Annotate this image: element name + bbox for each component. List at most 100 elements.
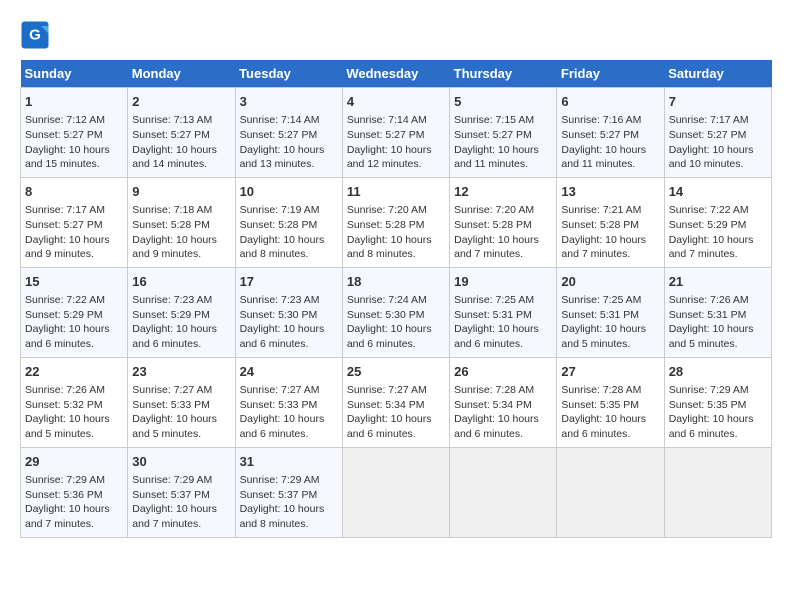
day-number: 1 <box>25 93 123 111</box>
header-cell-tuesday: Tuesday <box>235 60 342 88</box>
day-number: 30 <box>132 453 230 471</box>
day-number: 25 <box>347 363 445 381</box>
sunrise-text: Sunrise: 7:29 AM <box>132 473 230 488</box>
calendar-cell: 4Sunrise: 7:14 AMSunset: 5:27 PMDaylight… <box>342 88 449 178</box>
day-number: 28 <box>669 363 767 381</box>
sunset-text: Sunset: 5:27 PM <box>25 218 123 233</box>
sunrise-text: Sunrise: 7:25 AM <box>561 293 659 308</box>
calendar-cell: 15Sunrise: 7:22 AMSunset: 5:29 PMDayligh… <box>21 267 128 357</box>
sunrise-text: Sunrise: 7:25 AM <box>454 293 552 308</box>
sunset-text: Sunset: 5:27 PM <box>132 128 230 143</box>
sunrise-text: Sunrise: 7:21 AM <box>561 203 659 218</box>
sunset-text: Sunset: 5:28 PM <box>561 218 659 233</box>
sunset-text: Sunset: 5:27 PM <box>240 128 338 143</box>
sunrise-text: Sunrise: 7:29 AM <box>669 383 767 398</box>
calendar-cell: 9Sunrise: 7:18 AMSunset: 5:28 PMDaylight… <box>128 177 235 267</box>
day-number: 3 <box>240 93 338 111</box>
calendar-cell <box>342 447 449 537</box>
daylight-text: Daylight: 10 hours and 5 minutes. <box>25 412 123 441</box>
calendar-cell: 26Sunrise: 7:28 AMSunset: 5:34 PMDayligh… <box>450 357 557 447</box>
sunset-text: Sunset: 5:28 PM <box>240 218 338 233</box>
header-cell-wednesday: Wednesday <box>342 60 449 88</box>
sunset-text: Sunset: 5:37 PM <box>240 488 338 503</box>
daylight-text: Daylight: 10 hours and 8 minutes. <box>240 502 338 531</box>
calendar-cell: 7Sunrise: 7:17 AMSunset: 5:27 PMDaylight… <box>664 88 771 178</box>
logo: G <box>20 20 54 50</box>
calendar-cell: 30 Sunrise: 7:29 AMSunset: 5:37 PMDayligh… <box>128 447 235 537</box>
day-number: 29 <box>25 453 123 471</box>
calendar-cell: 24Sunrise: 7:27 AMSunset: 5:33 PMDayligh… <box>235 357 342 447</box>
calendar-cell: 6Sunrise: 7:16 AMSunset: 5:27 PMDaylight… <box>557 88 664 178</box>
sunset-text: Sunset: 5:32 PM <box>25 398 123 413</box>
sunset-text: Sunset: 5:27 PM <box>561 128 659 143</box>
daylight-text: Daylight: 10 hours and 7 minutes. <box>561 233 659 262</box>
calendar-cell: 11Sunrise: 7:20 AMSunset: 5:28 PMDayligh… <box>342 177 449 267</box>
sunrise-text: Sunrise: 7:23 AM <box>240 293 338 308</box>
daylight-text: Daylight: 10 hours and 9 minutes. <box>132 233 230 262</box>
sunrise-text: Sunrise: 7:24 AM <box>347 293 445 308</box>
sunrise-text: Sunrise: 7:27 AM <box>347 383 445 398</box>
daylight-text: Daylight: 10 hours and 5 minutes. <box>132 412 230 441</box>
daylight-text: Daylight: 10 hours and 8 minutes. <box>347 233 445 262</box>
daylight-text: Daylight: 10 hours and 6 minutes. <box>25 322 123 351</box>
sunrise-text: Sunrise: 7:26 AM <box>669 293 767 308</box>
sunrise-text: Sunrise: 7:28 AM <box>454 383 552 398</box>
day-number: 7 <box>669 93 767 111</box>
day-number: 22 <box>25 363 123 381</box>
calendar-cell: 31Sunrise: 7:29 AMSunset: 5:37 PMDayligh… <box>235 447 342 537</box>
sunset-text: Sunset: 5:37 PM <box>132 488 230 503</box>
day-number: 20 <box>561 273 659 291</box>
sunset-text: Sunset: 5:27 PM <box>25 128 123 143</box>
sunrise-text: Sunrise: 7:13 AM <box>132 113 230 128</box>
week-row-4: 22Sunrise: 7:26 AMSunset: 5:32 PMDayligh… <box>21 357 772 447</box>
daylight-text: Daylight: 10 hours and 11 minutes. <box>561 143 659 172</box>
day-number: 4 <box>347 93 445 111</box>
sunset-text: Sunset: 5:33 PM <box>240 398 338 413</box>
calendar-cell: 18Sunrise: 7:24 AMSunset: 5:30 PMDayligh… <box>342 267 449 357</box>
sunrise-text: Sunrise: 7:17 AM <box>25 203 123 218</box>
daylight-text: Daylight: 10 hours and 7 minutes. <box>132 502 230 531</box>
header-cell-thursday: Thursday <box>450 60 557 88</box>
day-number: 19 <box>454 273 552 291</box>
daylight-text: Daylight: 10 hours and 6 minutes. <box>347 322 445 351</box>
day-number: 14 <box>669 183 767 201</box>
daylight-text: Daylight: 10 hours and 6 minutes. <box>669 412 767 441</box>
calendar-cell: 1 Sunrise: 7:12 AMSunset: 5:27 PMDaylight… <box>21 88 128 178</box>
sunset-text: Sunset: 5:31 PM <box>669 308 767 323</box>
svg-text:G: G <box>29 27 41 44</box>
day-number: 21 <box>669 273 767 291</box>
sunset-text: Sunset: 5:27 PM <box>347 128 445 143</box>
header-cell-sunday: Sunday <box>21 60 128 88</box>
sunrise-text: Sunrise: 7:20 AM <box>347 203 445 218</box>
week-row-1: 1Sunrise: 7:12 AMSunset: 5:27 PMDaylight… <box>21 88 772 178</box>
sunset-text: Sunset: 5:33 PM <box>132 398 230 413</box>
sunrise-text: Sunrise: 7:12 AM <box>25 113 123 128</box>
sunset-text: Sunset: 5:28 PM <box>347 218 445 233</box>
sunrise-text: Sunrise: 7:14 AM <box>240 113 338 128</box>
day-number: 5 <box>454 93 552 111</box>
sunrise-text: Sunrise: 7:19 AM <box>240 203 338 218</box>
daylight-text: Daylight: 10 hours and 9 minutes. <box>25 233 123 262</box>
calendar-cell: 10Sunrise: 7:19 AMSunset: 5:28 PMDayligh… <box>235 177 342 267</box>
daylight-text: Daylight: 10 hours and 15 minutes. <box>25 143 123 172</box>
calendar-cell: 28Sunrise: 7:29 AMSunset: 5:35 PMDayligh… <box>664 357 771 447</box>
sunset-text: Sunset: 5:34 PM <box>347 398 445 413</box>
day-number: 24 <box>240 363 338 381</box>
calendar-cell: 16Sunrise: 7:23 AMSunset: 5:29 PMDayligh… <box>128 267 235 357</box>
day-number: 2 <box>132 93 230 111</box>
calendar-header: SundayMondayTuesdayWednesdayThursdayFrid… <box>21 60 772 88</box>
sunset-text: Sunset: 5:30 PM <box>240 308 338 323</box>
calendar-body: 1Sunrise: 7:12 AMSunset: 5:27 PMDaylight… <box>21 88 772 538</box>
calendar-cell: 21Sunrise: 7:26 AMSunset: 5:31 PMDayligh… <box>664 267 771 357</box>
sunset-text: Sunset: 5:30 PM <box>347 308 445 323</box>
sunset-text: Sunset: 5:27 PM <box>669 128 767 143</box>
header-row: SundayMondayTuesdayWednesdayThursdayFrid… <box>21 60 772 88</box>
calendar-cell <box>664 447 771 537</box>
day-number: 23 <box>132 363 230 381</box>
day-number: 16 <box>132 273 230 291</box>
day-number: 17 <box>240 273 338 291</box>
calendar-cell <box>450 447 557 537</box>
day-number: 10 <box>240 183 338 201</box>
sunset-text: Sunset: 5:35 PM <box>561 398 659 413</box>
daylight-text: Daylight: 10 hours and 11 minutes. <box>454 143 552 172</box>
